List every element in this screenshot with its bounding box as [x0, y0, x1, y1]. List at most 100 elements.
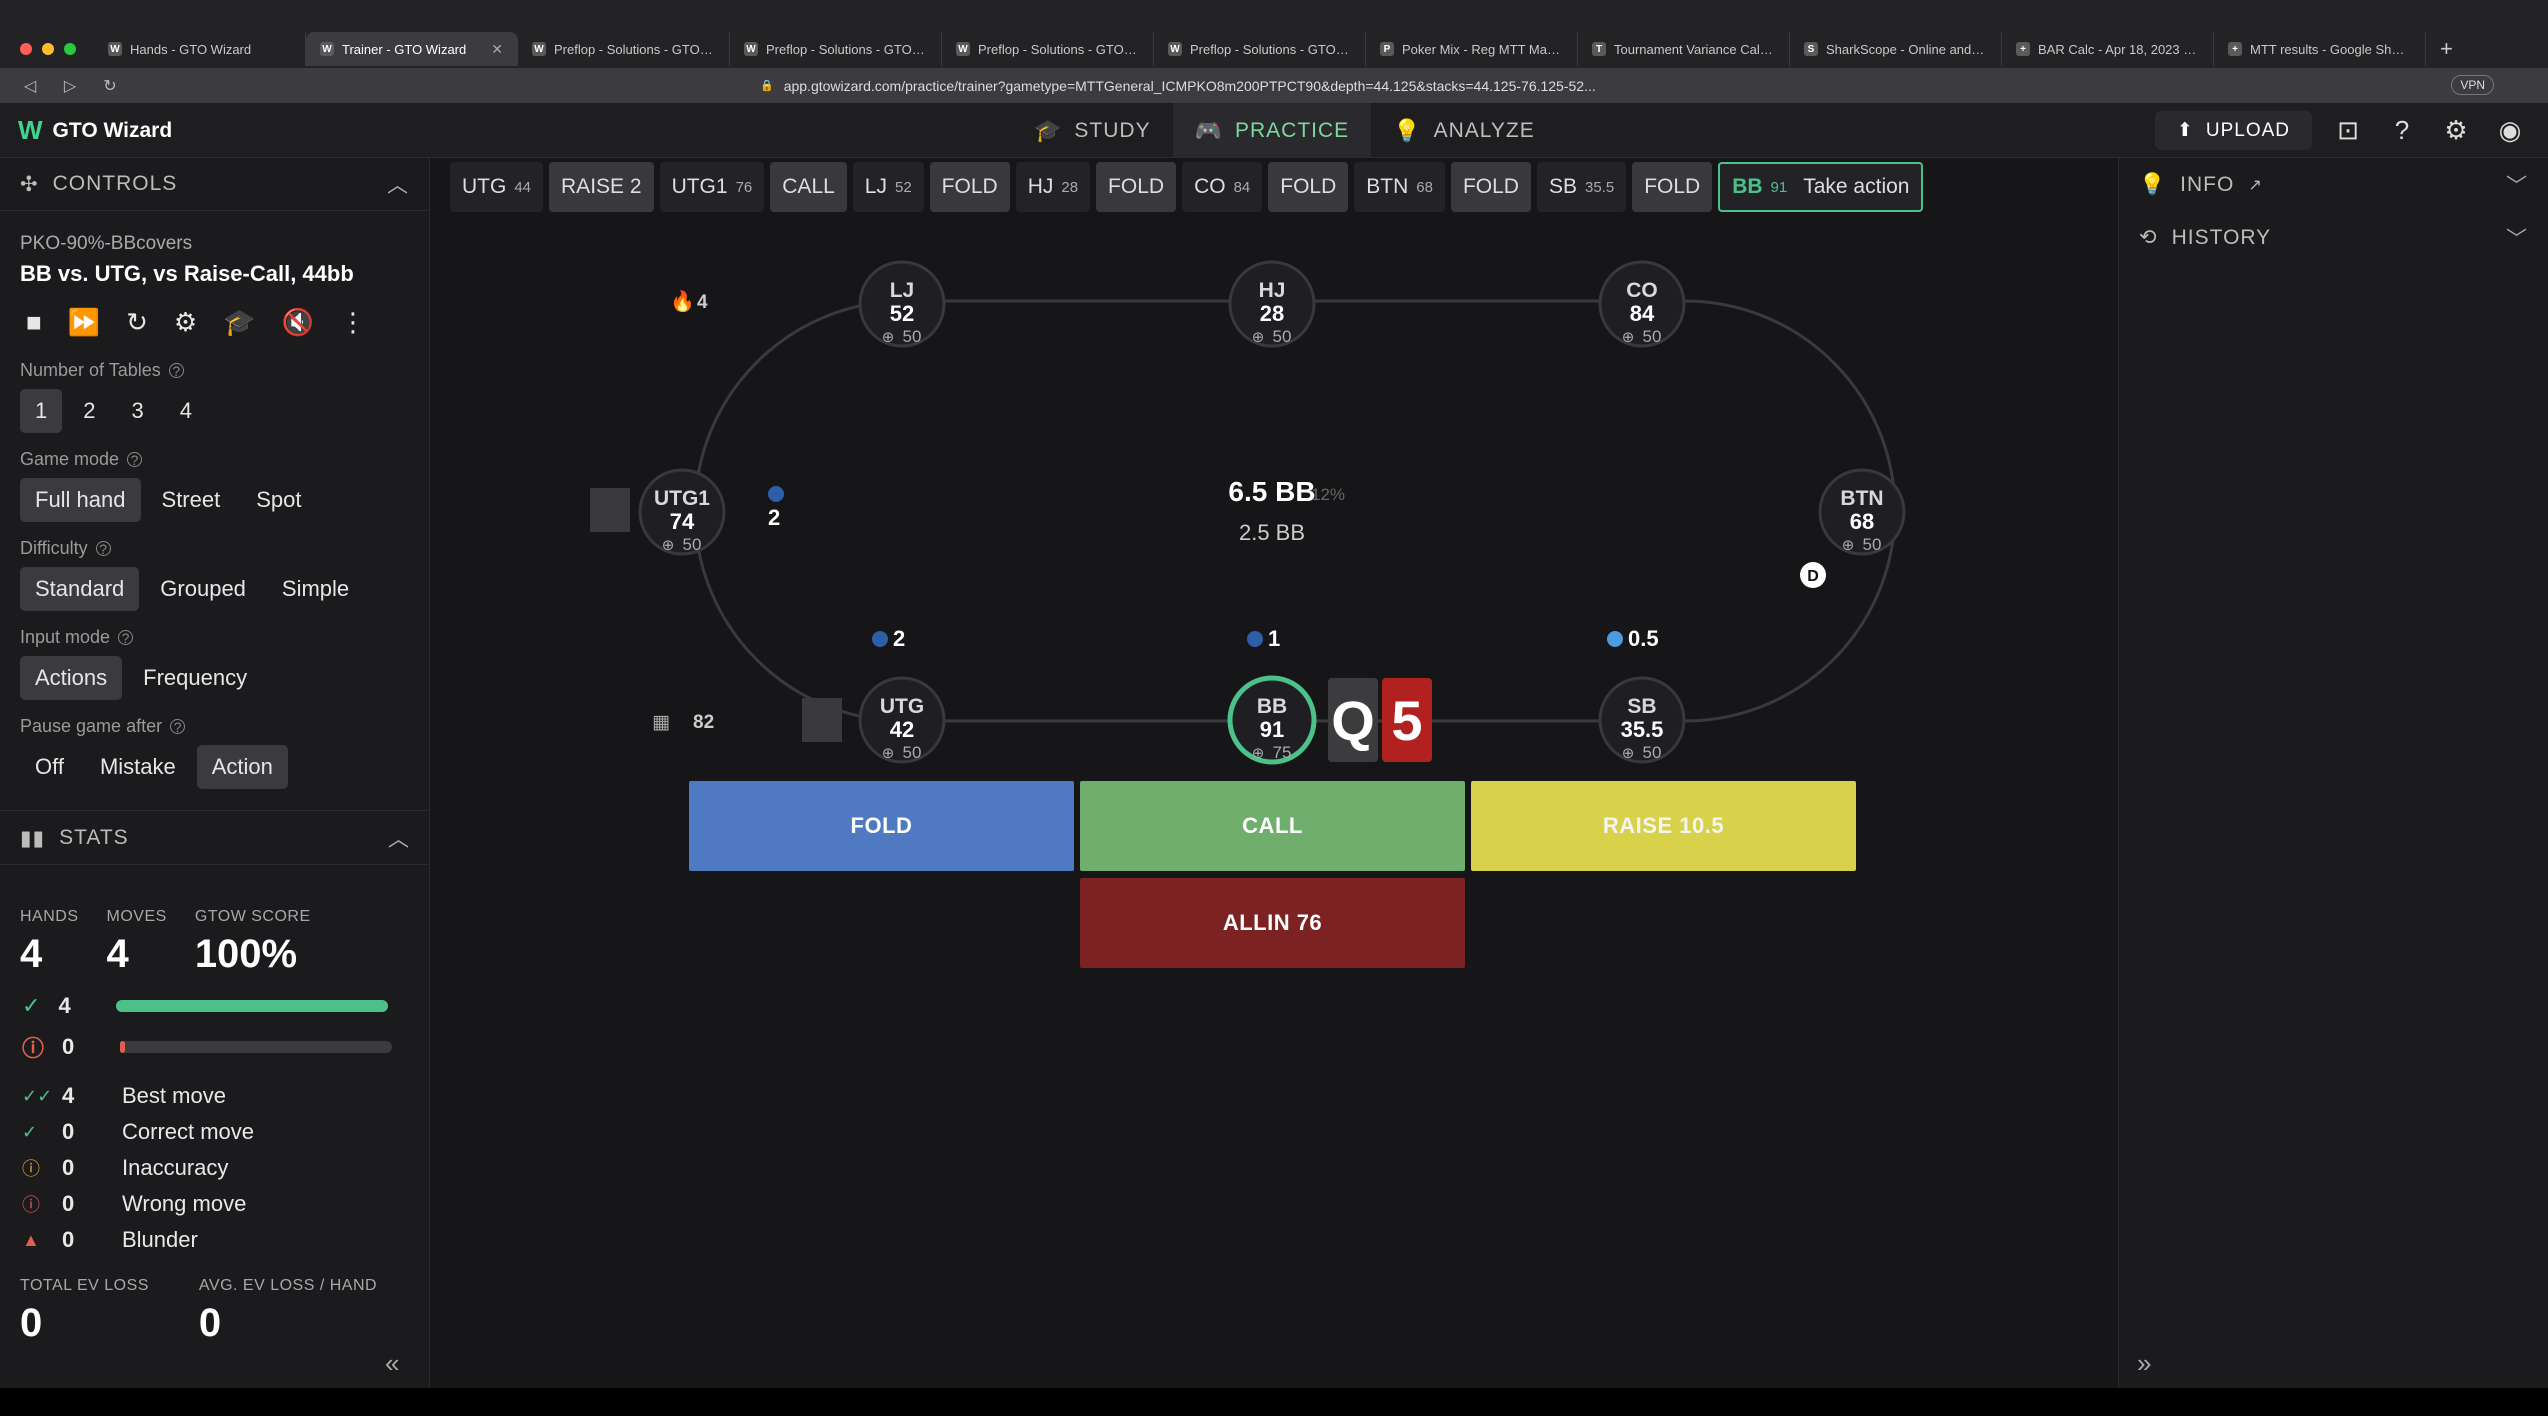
browser-tab[interactable]: + BAR Calc - Apr 18, 2023 - Go...: [2002, 32, 2214, 66]
help-circle-icon[interactable]: ?: [170, 719, 186, 735]
raise-button[interactable]: RAISE 10.5: [1471, 781, 1856, 871]
help-icon[interactable]: ?: [2384, 113, 2420, 149]
action-pos-btn[interactable]: BTN 68: [1354, 162, 1445, 212]
action-hj[interactable]: FOLD: [1096, 162, 1177, 212]
action-utg1[interactable]: CALL: [770, 162, 847, 212]
tables-option[interactable]: 1: [20, 389, 63, 433]
chevron-down-icon[interactable]: ﹀: [2506, 223, 2528, 253]
reload-icon[interactable]: ↻: [100, 76, 120, 96]
maximize-window-button[interactable]: [64, 43, 76, 55]
move-count: 4: [62, 1083, 75, 1108]
restart-icon[interactable]: ↻: [126, 307, 148, 338]
seat-name: LJ: [890, 279, 915, 302]
browser-tab[interactable]: W Trainer - GTO Wizard ✕: [306, 32, 518, 66]
action-lj[interactable]: FOLD: [929, 162, 1010, 212]
chevron-up-icon[interactable]: ︿: [388, 823, 410, 853]
seat-co[interactable]: CO84 ⊕ 50: [1598, 260, 1686, 348]
close-tab-icon[interactable]: ✕: [491, 41, 503, 58]
action-utg[interactable]: RAISE 2: [549, 162, 654, 212]
browser-tab[interactable]: S SharkScope - Online and Live...: [1790, 32, 2002, 66]
close-window-button[interactable]: [20, 43, 32, 55]
fast-forward-icon[interactable]: ⏩: [68, 307, 100, 338]
help-circle-icon[interactable]: ?: [127, 452, 143, 468]
action-btn[interactable]: FOLD: [1450, 162, 1531, 212]
url-field[interactable]: 🔒 app.gtowizard.com/practice/trainer?gam…: [760, 78, 1596, 94]
help-circle-icon[interactable]: ?: [168, 363, 184, 379]
settings-gear-icon[interactable]: ⚙: [174, 307, 197, 338]
input-modes-option[interactable]: Actions: [20, 656, 123, 700]
game-modes-option[interactable]: Street: [147, 478, 236, 522]
minimize-window-button[interactable]: [42, 43, 54, 55]
tables-option[interactable]: 2: [68, 389, 110, 433]
action-pos-hj[interactable]: HJ 28: [1015, 162, 1091, 212]
input-modes-option[interactable]: Frequency: [128, 656, 262, 700]
difficulties-option[interactable]: Simple: [267, 567, 364, 611]
tab-favicon-icon: W: [320, 42, 334, 56]
nav-study[interactable]: 🎓 STUDY: [1012, 103, 1173, 158]
bounty-icon: ⊕: [1622, 745, 1635, 762]
allin-button[interactable]: ALLIN 76: [1080, 878, 1465, 968]
action-pos-co[interactable]: CO 84: [1182, 162, 1263, 212]
game-modes-option[interactable]: Spot: [241, 478, 316, 522]
account-icon[interactable]: ◉: [2492, 113, 2528, 149]
upload-button[interactable]: ⬆ UPLOAD: [2154, 111, 2312, 150]
pause-modes-option[interactable]: Off: [20, 745, 79, 789]
screenshot-icon[interactable]: ⊡: [2330, 113, 2366, 149]
seat-utg1[interactable]: UTG174 ⊕ 50: [638, 468, 726, 556]
back-icon[interactable]: ◁: [20, 76, 40, 96]
seat-hj[interactable]: HJ28 ⊕ 50: [1228, 260, 1316, 348]
seat-btn[interactable]: BTN68 ⊕ 50: [1818, 468, 1906, 556]
stop-icon[interactable]: ■: [26, 307, 42, 338]
seat-bb[interactable]: BB91 ⊕ 75: [1227, 675, 1317, 765]
fold-button[interactable]: FOLD: [689, 781, 1074, 871]
action-pos-utg[interactable]: UTG 44: [450, 162, 544, 212]
nav-practice[interactable]: 🎮 PRACTICE: [1172, 103, 1372, 158]
seat-lj[interactable]: LJ52 ⊕ 50: [858, 260, 946, 348]
browser-tab[interactable]: W Preflop - Solutions - GTO Wi...: [518, 32, 730, 66]
call-button[interactable]: CALL: [1080, 781, 1465, 871]
action-sb[interactable]: FOLD: [1632, 162, 1713, 212]
history-header[interactable]: ⟲ HISTORY ﹀: [2119, 211, 2548, 264]
current-action-pos[interactable]: BB 91 Take action: [1718, 162, 1924, 212]
action-pos-lj[interactable]: LJ 52: [852, 162, 924, 212]
help-circle-icon[interactable]: ?: [95, 541, 111, 557]
game-modes-option[interactable]: Full hand: [20, 478, 141, 522]
nav-analyze[interactable]: 💡 ANALYZE: [1371, 103, 1557, 158]
pause-modes-option[interactable]: Mistake: [85, 745, 191, 789]
help-circle-icon[interactable]: ?: [118, 630, 134, 646]
action-pos-sb[interactable]: SB 35.5: [1536, 162, 1627, 212]
external-link-icon[interactable]: ↗: [2248, 175, 2262, 195]
browser-tab[interactable]: W Preflop - Solutions - GTO Wi...: [730, 32, 942, 66]
info-header[interactable]: 💡 INFO ↗ ﹀: [2119, 158, 2548, 211]
seat-utg[interactable]: UTG42 ⊕ 50: [858, 676, 946, 764]
browser-tab[interactable]: W Hands - GTO Wizard: [94, 32, 306, 66]
new-tab-button[interactable]: +: [2440, 36, 2453, 62]
browser-tab[interactable]: T Tournament Variance Calcula...: [1578, 32, 1790, 66]
action-pos-utg1[interactable]: UTG1 76: [659, 162, 765, 212]
app-logo[interactable]: W GTO Wizard: [18, 115, 172, 146]
settings-icon[interactable]: ⚙: [2438, 113, 2474, 149]
mute-icon[interactable]: 🔇: [282, 307, 314, 338]
browser-tab[interactable]: W Preflop - Solutions - GTO Wi...: [1154, 32, 1366, 66]
pause-modes-option[interactable]: Action: [196, 745, 288, 789]
difficulties-option[interactable]: Standard: [20, 567, 140, 611]
chevron-down-icon[interactable]: ﹀: [2506, 170, 2528, 200]
vpn-badge[interactable]: VPN: [2451, 75, 2494, 95]
chevron-up-icon[interactable]: ︿: [387, 169, 409, 199]
browser-tab[interactable]: W Preflop - Solutions - GTO Wi...: [942, 32, 1154, 66]
browser-tab[interactable]: + MTT results - Google Sheets: [2214, 32, 2426, 66]
stats-header[interactable]: ▮▮ STATS ︿: [0, 812, 430, 865]
action-co[interactable]: FOLD: [1268, 162, 1349, 212]
expand-right-icon[interactable]: »: [2137, 1348, 2151, 1379]
tables-option[interactable]: 3: [117, 389, 159, 433]
tables-label: Number of Tables?: [20, 360, 409, 381]
study-icon[interactable]: 🎓: [223, 307, 255, 338]
collapse-left-icon[interactable]: «: [385, 1348, 399, 1379]
seat-sb[interactable]: SB35.5 ⊕ 50: [1598, 676, 1686, 764]
forward-icon[interactable]: ▷: [60, 76, 80, 96]
difficulties-option[interactable]: Grouped: [145, 567, 261, 611]
controls-header[interactable]: ✣ CONTROLS ︿: [0, 158, 429, 211]
browser-tab[interactable]: P Poker Mix - Reg MTT Map, O...: [1366, 32, 1578, 66]
more-icon[interactable]: ⋮: [340, 307, 366, 338]
tables-option[interactable]: 4: [165, 389, 207, 433]
